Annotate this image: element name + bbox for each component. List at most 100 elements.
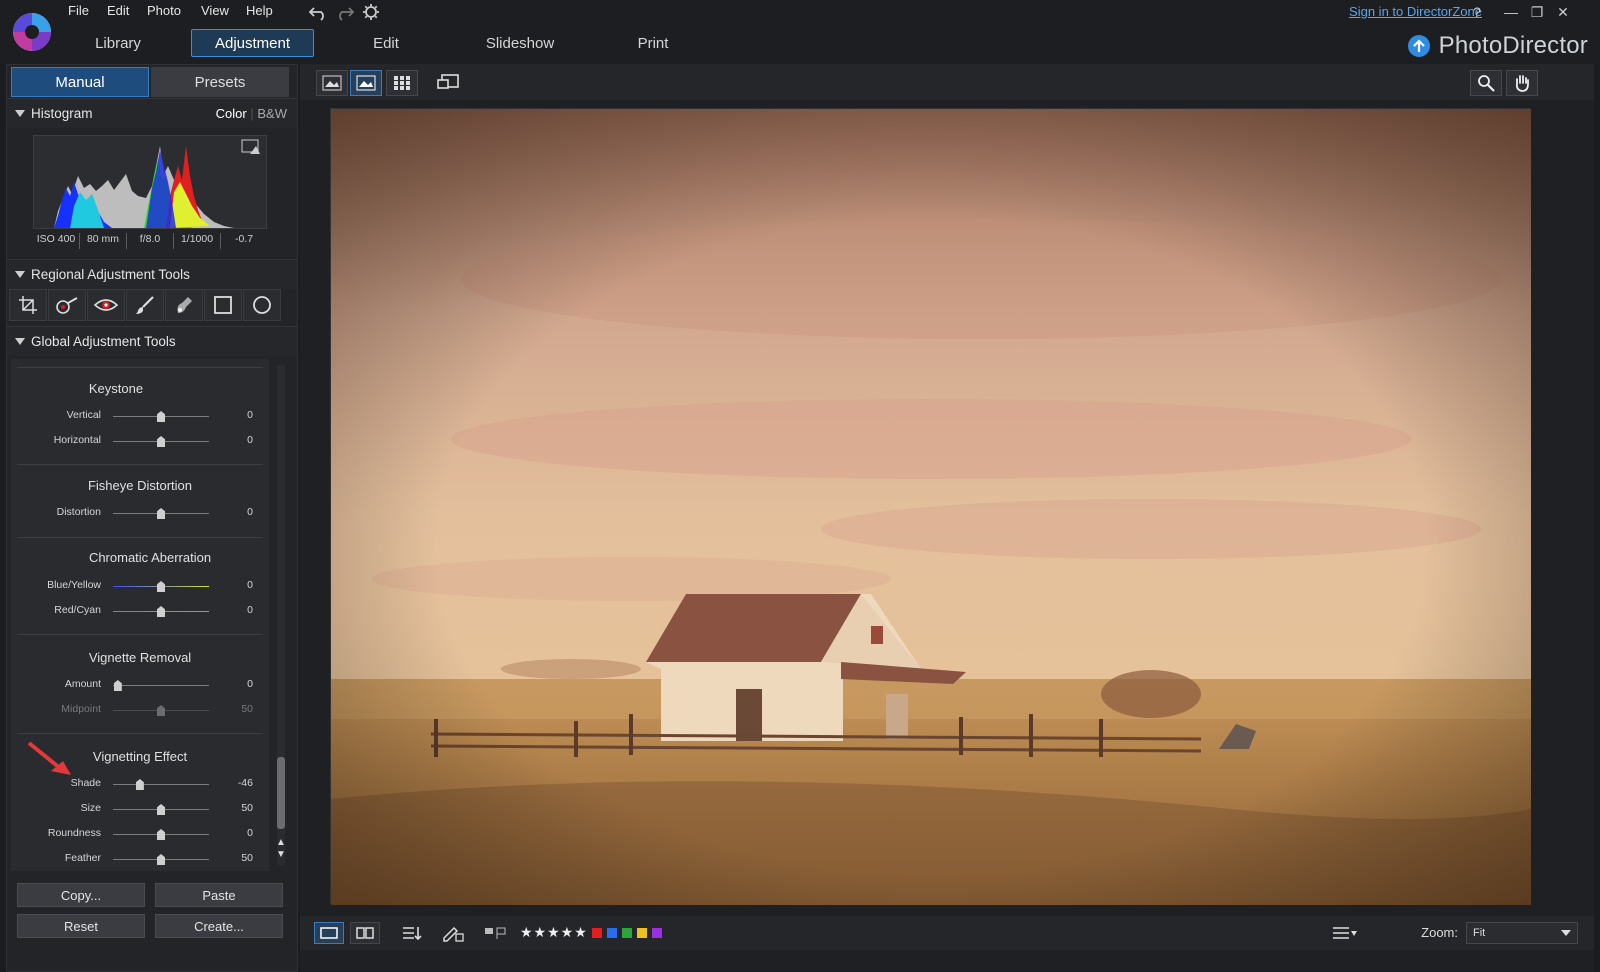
chromatic-title: Chromatic Aberration [88, 550, 212, 565]
slider-thumb[interactable] [157, 804, 165, 815]
menu-file[interactable]: File [68, 3, 89, 18]
color-label-blue[interactable] [607, 928, 617, 938]
slider-label: Roundness [47, 827, 101, 839]
spot-removal-icon[interactable] [165, 289, 203, 321]
feather-slider[interactable] [113, 854, 209, 865]
amount-slider[interactable] [113, 680, 209, 691]
exif-aperture: f/8.0 [127, 233, 174, 249]
histogram-color-option[interactable]: Color [216, 106, 247, 121]
red-eye-brush-icon[interactable] [48, 289, 86, 321]
slider-thumb[interactable] [157, 829, 165, 840]
tab-edit[interactable]: Edit [336, 29, 436, 57]
rectangle-mask-icon[interactable] [204, 289, 242, 321]
exif-exposure: -0.7 [234, 233, 254, 245]
tab-presets[interactable]: Presets [151, 67, 289, 97]
single-view-icon[interactable] [350, 70, 382, 96]
paste-button[interactable]: Paste [155, 883, 283, 907]
scroll-down-icon[interactable]: ▼ [275, 849, 287, 861]
create-preset-button[interactable]: Create... [155, 914, 283, 938]
grid-view-icon[interactable] [386, 70, 418, 96]
crop-icon[interactable] [9, 289, 47, 321]
slider-value: 0 [247, 827, 253, 839]
histogram-bw-option[interactable]: B&W [257, 106, 287, 121]
blue-yellow-slider[interactable] [113, 581, 209, 592]
close-icon[interactable]: ✕ [1554, 4, 1572, 21]
menu-help[interactable]: Help [246, 3, 273, 18]
redo-icon[interactable] [333, 2, 355, 22]
settings-gear-icon[interactable] [360, 2, 382, 22]
copy-button[interactable]: Copy... [17, 883, 145, 907]
vertical-slider[interactable] [113, 411, 209, 422]
slider-thumb[interactable] [157, 854, 165, 865]
rating-stars[interactable]: ★★★★★ [520, 924, 588, 941]
midpoint-slider [113, 705, 209, 716]
compare-view-icon[interactable] [316, 70, 348, 96]
scroll-up-icon[interactable]: ▲ [275, 837, 287, 849]
slider-thumb[interactable] [157, 581, 165, 592]
upload-arrow-icon[interactable] [1407, 34, 1431, 58]
fisheye-title: Fisheye Distortion [87, 478, 193, 493]
slider-thumb[interactable] [157, 508, 165, 519]
hand-pan-icon[interactable] [1506, 70, 1538, 96]
photo-viewer[interactable] [330, 108, 1531, 905]
zoom-magnifier-icon[interactable] [1470, 70, 1502, 96]
tab-manual[interactable]: Manual [11, 67, 149, 97]
slider-label: Blue/Yellow [47, 579, 101, 591]
collapse-triangle-icon [15, 110, 25, 117]
collapse-triangle-icon [15, 271, 25, 278]
info-panel-toggle-icon[interactable] [1332, 925, 1358, 941]
undo-icon[interactable] [308, 2, 330, 22]
menu-view[interactable]: View [201, 3, 229, 18]
color-label-yellow[interactable] [637, 928, 647, 938]
restore-icon[interactable]: ❐ [1528, 4, 1546, 21]
minimize-icon[interactable]: — [1502, 4, 1520, 20]
scrollbar-thumb[interactable] [277, 757, 285, 829]
menu-edit[interactable]: Edit [107, 3, 129, 18]
color-label-purple[interactable] [652, 928, 662, 938]
reset-button[interactable]: Reset [17, 914, 145, 938]
color-label-green[interactable] [622, 928, 632, 938]
histogram-header[interactable]: Histogram Color | B&W [7, 98, 297, 128]
tab-adjustment[interactable]: Adjustment [191, 29, 314, 57]
edit-metadata-icon[interactable] [438, 922, 468, 944]
sign-in-link[interactable]: Sign in to DirectorZone [1349, 4, 1482, 19]
histogram-title: Histogram [31, 106, 93, 121]
global-tools-list: Keystone Vertical 0 Horizontal 0 Fisheye… [11, 359, 269, 871]
panel-scrollbar[interactable] [277, 365, 285, 865]
second-display-icon[interactable] [432, 70, 464, 96]
slider-thumb[interactable] [157, 606, 165, 617]
single-photo-view-icon[interactable] [314, 922, 344, 944]
menu-photo[interactable]: Photo [147, 3, 181, 18]
tab-print[interactable]: Print [603, 29, 703, 57]
slider-label: Vertical [66, 409, 101, 421]
side-by-side-view-icon[interactable] [350, 922, 380, 944]
sort-icon[interactable] [398, 922, 428, 944]
flag-icon[interactable] [480, 922, 510, 944]
size-slider[interactable] [113, 804, 209, 815]
horizontal-slider[interactable] [113, 436, 209, 447]
distortion-slider[interactable] [113, 508, 209, 519]
slider-label: Shade [70, 777, 101, 789]
exif-info: ISO 400 80 mm f/8.0 1/1000 -0.7 [33, 233, 267, 249]
color-label-red[interactable] [592, 928, 602, 938]
slider-thumb[interactable] [113, 680, 122, 691]
eye-icon[interactable] [87, 289, 125, 321]
help-button[interactable]: ? [1468, 4, 1486, 20]
regional-tools-header[interactable]: Regional Adjustment Tools [7, 259, 297, 289]
slider-thumb[interactable] [157, 411, 165, 422]
shade-slider[interactable] [113, 779, 209, 790]
slider-thumb[interactable] [157, 436, 165, 447]
slider-thumb[interactable] [135, 779, 144, 790]
radial-mask-icon[interactable] [243, 289, 281, 321]
red-cyan-slider[interactable] [113, 606, 209, 617]
brush-icon[interactable] [126, 289, 164, 321]
histogram-mode-toggle: Color | B&W [215, 106, 287, 121]
zoom-value: Fit [1473, 927, 1486, 939]
tab-library[interactable]: Library [68, 29, 168, 57]
divider [17, 733, 263, 734]
tab-slideshow[interactable]: Slideshow [470, 29, 570, 57]
app-logo-icon [13, 13, 51, 51]
zoom-dropdown[interactable]: Fit [1466, 922, 1578, 944]
roundness-slider[interactable] [113, 829, 209, 840]
global-tools-header[interactable]: Global Adjustment Tools [7, 326, 297, 356]
